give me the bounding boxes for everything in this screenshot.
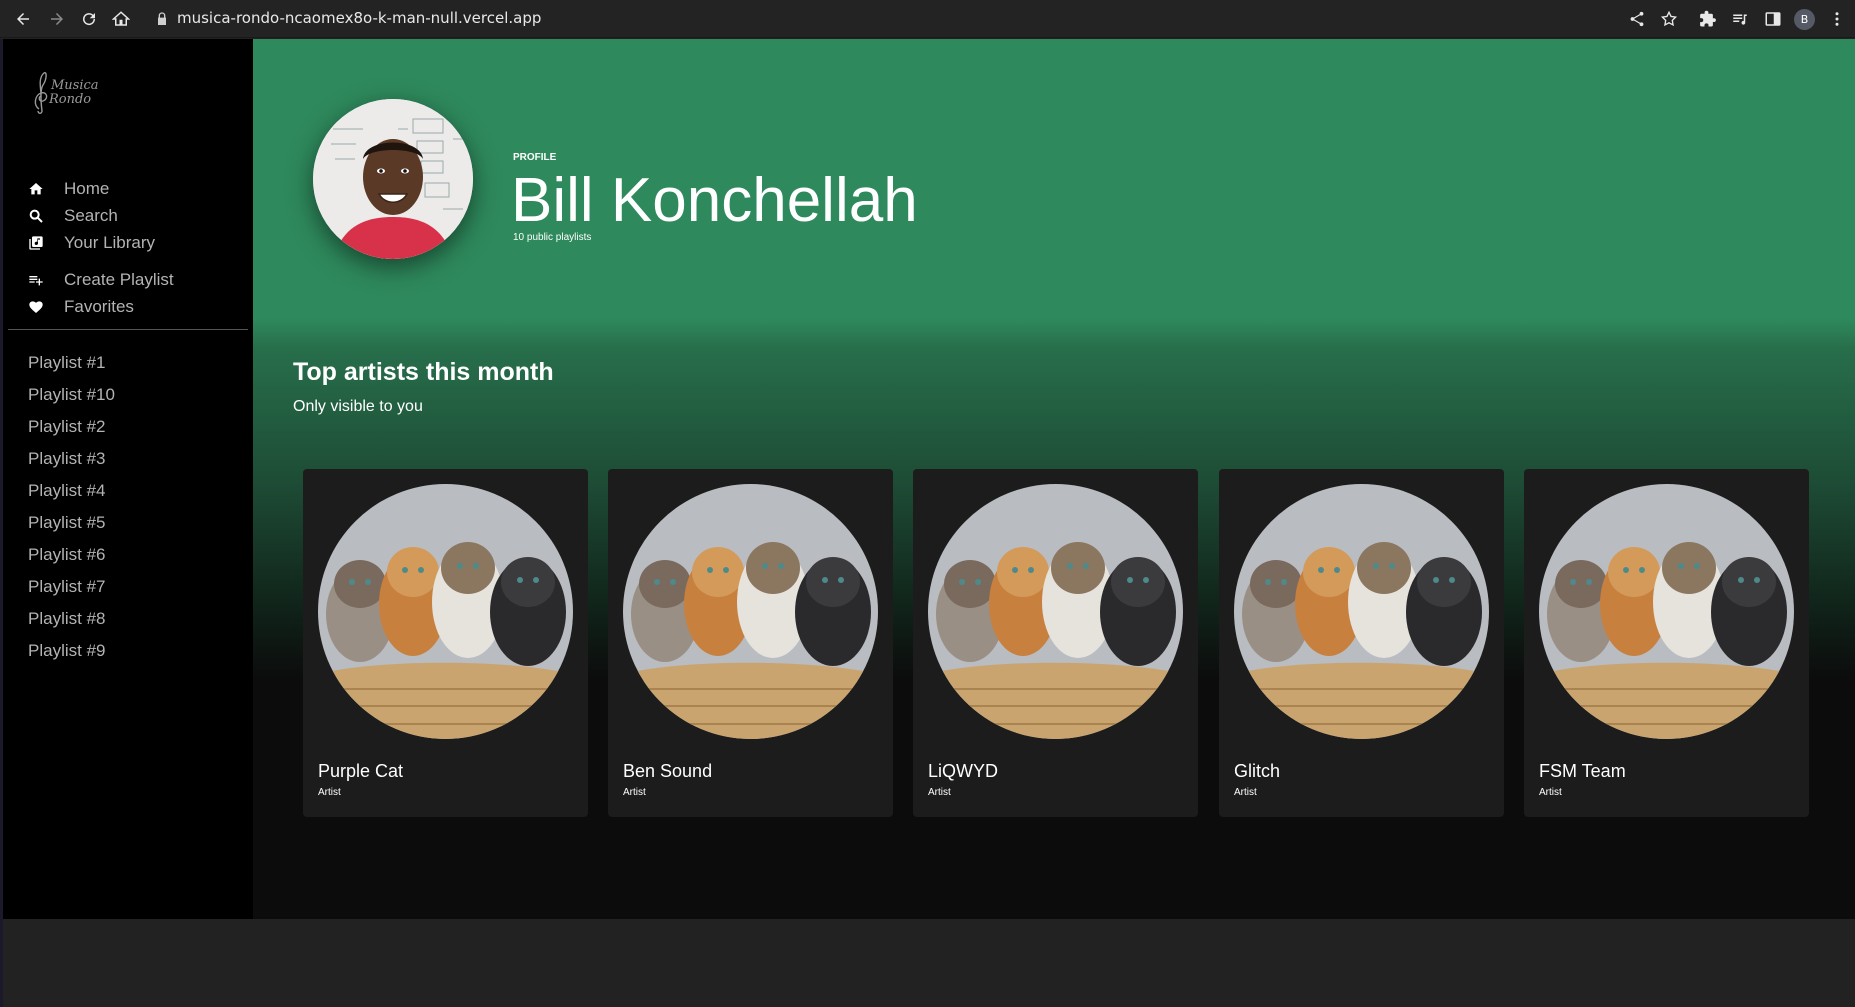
- artist-name: LiQWYD: [928, 761, 999, 781]
- sidebar-playlist-item[interactable]: Playlist #3: [28, 449, 105, 469]
- svg-text:Rondo: Rondo: [48, 92, 91, 107]
- sidebar-item-home[interactable]: Home: [28, 177, 109, 201]
- back-icon[interactable]: [11, 7, 35, 31]
- sidebar-playlist-item[interactable]: Playlist #8: [28, 609, 105, 629]
- sidebar-playlist-item[interactable]: Playlist #5: [28, 513, 105, 533]
- media-queue-icon[interactable]: [1730, 9, 1750, 29]
- playlist-add-icon: [28, 272, 44, 288]
- share-icon[interactable]: [1627, 9, 1647, 29]
- home-icon: [28, 181, 44, 197]
- profile-playlist-count: 10 public playlists: [513, 232, 592, 243]
- side-panel-icon[interactable]: [1763, 9, 1783, 29]
- search-icon: [28, 208, 44, 224]
- section-subtitle: Only visible to you: [293, 398, 423, 415]
- artist-type: Artist: [318, 787, 341, 798]
- artist-card[interactable]: Glitch Artist: [1219, 469, 1504, 817]
- artist-image: [1539, 484, 1794, 739]
- extensions-icon[interactable]: [1698, 9, 1718, 29]
- musica-rondo-logo: Musica Rondo: [34, 71, 99, 114]
- artist-name: Ben Sound: [623, 761, 713, 781]
- sidebar-playlist-item[interactable]: Playlist #6: [28, 545, 105, 565]
- sidebar-item-label: Favorites: [64, 297, 134, 316]
- sidebar-playlist-item[interactable]: Playlist #2: [28, 417, 105, 437]
- artist-type: Artist: [1234, 787, 1257, 798]
- sidebar-item-search[interactable]: Search: [28, 204, 118, 228]
- artist-image: [318, 484, 573, 739]
- sidebar-item-label: Your Library: [64, 233, 156, 252]
- sidebar-item-label: Search: [64, 206, 118, 225]
- sidebar-item-library[interactable]: Your Library: [28, 231, 155, 255]
- player-footer: [3, 919, 1855, 1007]
- profile-header: PROFILE Bill Konchellah 10 public playli…: [253, 39, 1855, 319]
- bookmark-star-icon[interactable]: [1659, 9, 1679, 29]
- artist-card[interactable]: FSM Team Artist: [1524, 469, 1809, 817]
- artist-name: Glitch: [1234, 761, 1281, 781]
- artist-card[interactable]: LiQWYD Artist: [913, 469, 1198, 817]
- profile-name: Bill Konchellah: [511, 166, 918, 235]
- sidebar-playlist-item[interactable]: Playlist #10: [28, 385, 115, 405]
- forward-icon[interactable]: [45, 7, 69, 31]
- artist-image: [1234, 484, 1489, 739]
- artist-type: Artist: [1539, 787, 1562, 798]
- sidebar-divider: [8, 329, 248, 330]
- sidebar-item-label: Create Playlist: [64, 270, 174, 289]
- reload-icon[interactable]: [77, 7, 101, 31]
- sidebar-item-label: Home: [64, 179, 110, 198]
- app-container: Musica Rondo Home Search Your Library Cr…: [3, 39, 1855, 919]
- sidebar-playlist-item[interactable]: Playlist #4: [28, 481, 105, 501]
- sidebar-item-create-playlist[interactable]: Create Playlist: [28, 268, 174, 292]
- artist-name: FSM Team: [1539, 761, 1626, 781]
- artist-image: [928, 484, 1183, 739]
- browser-profile-avatar[interactable]: B: [1794, 9, 1815, 30]
- address-bar[interactable]: musica-rondo-ncaomex8o-k-man-null.vercel…: [177, 9, 541, 27]
- profile-avatar[interactable]: [313, 99, 473, 259]
- artist-name: Purple Cat: [318, 761, 404, 781]
- browser-toolbar: musica-rondo-ncaomex8o-k-man-null.vercel…: [0, 0, 1855, 38]
- artist-type: Artist: [928, 787, 951, 798]
- sidebar-playlist-item[interactable]: Playlist #7: [28, 577, 105, 597]
- svg-text:Musica: Musica: [50, 78, 99, 93]
- profile-type-label: PROFILE: [513, 152, 557, 163]
- lock-icon: [158, 12, 166, 25]
- sidebar: Musica Rondo Home Search Your Library Cr…: [3, 39, 253, 919]
- main-content: PROFILE Bill Konchellah 10 public playli…: [253, 39, 1855, 919]
- home-browser-icon[interactable]: [109, 7, 133, 31]
- sidebar-playlist-item[interactable]: Playlist #1: [28, 353, 105, 373]
- artist-image: [623, 484, 878, 739]
- artist-card[interactable]: Ben Sound Artist: [608, 469, 893, 817]
- sidebar-playlist-item[interactable]: Playlist #9: [28, 641, 105, 661]
- library-icon: [28, 235, 44, 251]
- heart-icon: [28, 299, 44, 315]
- section-title: Top artists this month: [293, 358, 554, 386]
- artist-type: Artist: [623, 787, 646, 798]
- sidebar-item-favorites[interactable]: Favorites: [28, 295, 134, 319]
- more-options-icon[interactable]: [1827, 9, 1847, 29]
- artist-card[interactable]: Purple Cat Artist: [303, 469, 588, 817]
